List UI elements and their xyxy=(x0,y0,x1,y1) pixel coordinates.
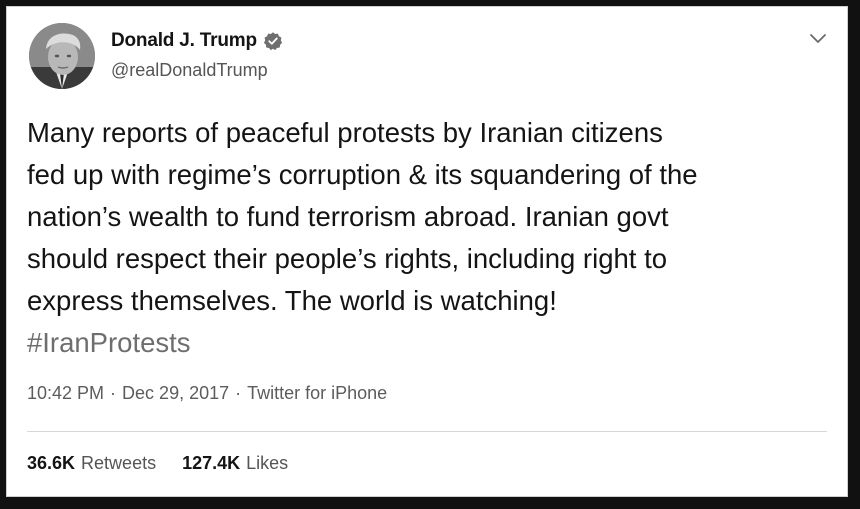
retweets-stat[interactable]: 36.6K Retweets xyxy=(27,453,156,474)
tweet-date[interactable]: Dec 29, 2017 xyxy=(122,383,229,404)
avatar-portrait-icon xyxy=(29,23,95,89)
likes-count: 127.4K xyxy=(182,453,241,473)
retweets-label: Retweets xyxy=(81,453,157,473)
likes-label: Likes xyxy=(246,453,289,473)
author-display-name[interactable]: Donald J. Trump xyxy=(111,30,257,52)
avatar[interactable] xyxy=(29,23,95,89)
divider xyxy=(27,431,827,432)
hashtag-link[interactable]: #IranProtests xyxy=(27,322,191,364)
verified-badge-icon xyxy=(263,32,282,51)
chevron-down-icon[interactable] xyxy=(809,33,827,45)
meta-separator: · xyxy=(110,383,117,403)
retweets-count: 36.6K xyxy=(27,453,76,473)
tweet-body: Many reports of peaceful protests by Ira… xyxy=(27,117,698,316)
author-handle[interactable]: @realDonaldTrump xyxy=(111,60,268,81)
tweet-metadata: 10:42 PM · Dec 29, 2017 · Twitter for iP… xyxy=(27,383,387,404)
tweet-source[interactable]: Twitter for iPhone xyxy=(247,383,387,404)
author-name-row[interactable]: Donald J. Trump xyxy=(111,30,283,52)
tweet-time[interactable]: 10:42 PM xyxy=(27,383,104,404)
tweet-card: Donald J. Trump @realDonaldTrump Many re… xyxy=(6,6,848,497)
meta-separator: · xyxy=(235,383,242,403)
engagement-stats: 36.6K Retweets 127.4K Likes xyxy=(27,453,288,474)
likes-stat[interactable]: 127.4K Likes xyxy=(182,453,288,474)
